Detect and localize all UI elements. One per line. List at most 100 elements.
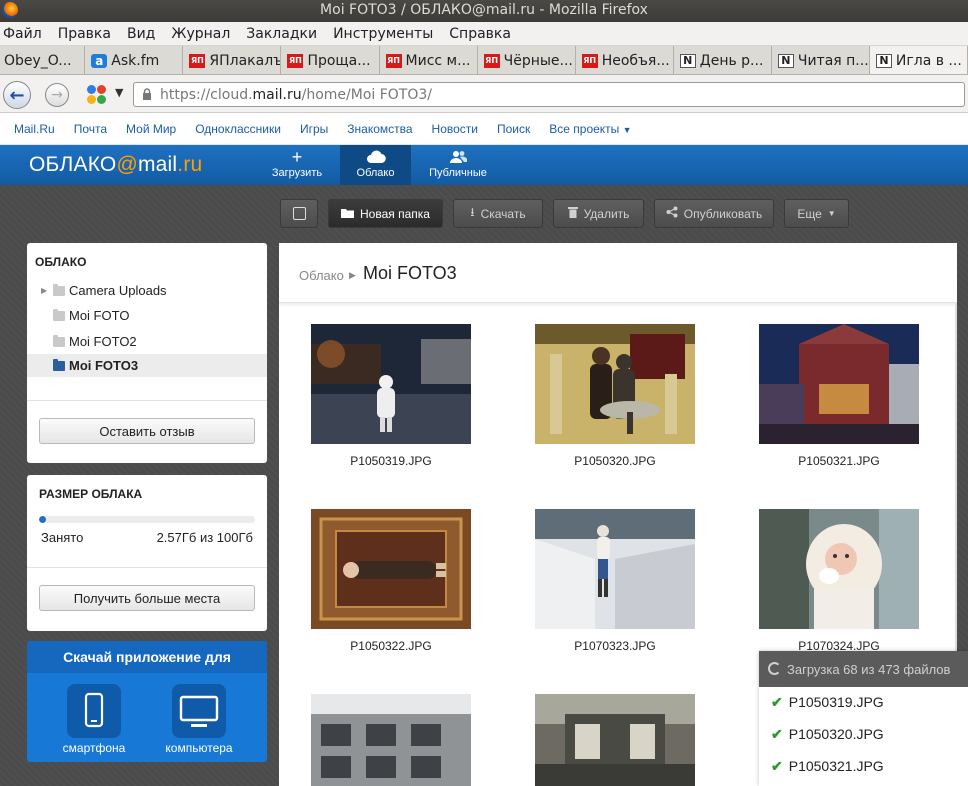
browser-tab[interactable]: ЯП Необъя... xyxy=(576,46,674,74)
navigation-bar: ← → ▼ https://cloud. mail.ru/home/Moi FOT… xyxy=(0,75,968,113)
arrow-left-icon: ← xyxy=(9,84,25,106)
photo-thumbnail[interactable] xyxy=(311,694,471,786)
cloud-tab[interactable]: Облако xyxy=(340,145,411,185)
yaplakal-favicon-icon: ЯП xyxy=(581,53,598,68)
window-title: Moi FOTO3 / ОБЛАКО@mail.ru - Mozilla Fir… xyxy=(320,2,648,18)
storage-progress-bar xyxy=(39,516,255,523)
storage-progress-fill xyxy=(39,516,46,523)
portal-link-dating[interactable]: Знакомства xyxy=(347,122,412,136)
browser-tab[interactable]: a Ask.fm xyxy=(85,46,184,74)
photo-thumbnail[interactable] xyxy=(535,509,695,629)
publish-button[interactable]: Опубликовать xyxy=(654,199,774,228)
used-value: 2.57Гб из 100Гб xyxy=(156,530,253,545)
file-name[interactable]: P1050322.JPG xyxy=(311,639,471,653)
folder-icon xyxy=(53,283,65,296)
portal-links-bar: Mail.Ru Почта Мой Мир Одноклассники Игры… xyxy=(0,113,968,145)
browser-tab[interactable]: ЯП Мисс м... xyxy=(380,46,478,74)
portal-link-all-projects[interactable]: Все проекты ▼ xyxy=(549,122,631,136)
menu-history[interactable]: Журнал xyxy=(171,26,230,42)
file-name[interactable]: P1050320.JPG xyxy=(535,454,695,468)
tab-label: Необъя... xyxy=(601,52,670,69)
upload-button[interactable]: + Загрузить xyxy=(262,145,332,185)
upload-status-text: Загрузка 68 из 473 файлов xyxy=(787,661,951,677)
history-dropdown-icon[interactable]: ▼ xyxy=(115,86,123,99)
forward-button[interactable]: → xyxy=(45,83,69,107)
browser-tab[interactable]: ЯП Проща... xyxy=(281,46,380,74)
caret-down-icon: ▼ xyxy=(622,124,632,135)
expand-arrow-icon[interactable]: ▶ xyxy=(41,286,47,295)
folder-item-moi-foto[interactable]: Moi FOTO xyxy=(27,304,267,327)
menu-tools[interactable]: Инструменты xyxy=(333,26,433,42)
download-button[interactable]: ⭳ Скачать xyxy=(453,199,543,228)
browser-tab[interactable]: ЯП ЯПлакалъ xyxy=(183,46,282,74)
browser-tab[interactable]: Obey_O... xyxy=(0,46,86,74)
arrow-right-icon: → xyxy=(51,87,63,103)
uploaded-file-item: ✔ P1050320.JPG xyxy=(771,726,884,743)
new-folder-button[interactable]: Новая папка xyxy=(328,199,443,228)
url-prefix: https://cloud. xyxy=(160,86,253,103)
portal-link-mail[interactable]: Почта xyxy=(74,122,107,136)
portal-link-mailru[interactable]: Mail.Ru xyxy=(14,122,55,136)
menu-file[interactable]: Файл xyxy=(3,26,42,42)
back-button[interactable]: ← xyxy=(3,81,31,109)
portal-link-odnoklassniki[interactable]: Одноклассники xyxy=(195,122,281,136)
logo-at: @ xyxy=(116,153,138,176)
smartphone-icon xyxy=(84,692,104,728)
computer-label[interactable]: компьютера xyxy=(149,741,249,755)
checkbox-icon xyxy=(292,207,306,220)
feedback-button[interactable]: Оставить отзыв xyxy=(39,418,255,444)
yaplakal-favicon-icon: ЯП xyxy=(189,53,206,68)
address-bar[interactable]: https://cloud. mail.ru/home/Moi FOTO3/ xyxy=(133,82,965,107)
menu-edit[interactable]: Правка xyxy=(58,26,111,42)
photo-thumbnail[interactable] xyxy=(535,324,695,444)
folder-item-moi-foto3[interactable]: Moi FOTO3 xyxy=(27,354,267,377)
photo-thumbnail[interactable] xyxy=(535,694,695,786)
site-identity-icon[interactable] xyxy=(87,85,107,105)
select-all-checkbox[interactable] xyxy=(280,199,318,228)
panel-title: ОБЛАКО xyxy=(35,255,87,269)
delete-button[interactable]: Удалить xyxy=(553,199,644,228)
cloud-mailru-logo[interactable]: ОБЛАКО@mail.ru xyxy=(29,153,202,177)
new-folder-label: Новая папка xyxy=(360,206,430,221)
photo-thumbnail[interactable] xyxy=(759,509,919,629)
portal-link-news[interactable]: Новости xyxy=(432,122,478,136)
photo-thumbnail[interactable] xyxy=(311,509,471,629)
file-name[interactable]: P1070323.JPG xyxy=(535,639,695,653)
menu-view[interactable]: Вид xyxy=(127,26,155,42)
menu-bar: Файл Правка Вид Журнал Закладки Инструме… xyxy=(0,22,968,46)
file-name[interactable]: P1050321.JPG xyxy=(759,454,919,468)
portal-link-games[interactable]: Игры xyxy=(300,122,328,136)
get-more-space-button[interactable]: Получить больше места xyxy=(39,585,255,611)
share-icon xyxy=(666,206,678,221)
portal-link-my-world[interactable]: Мой Мир xyxy=(126,122,176,136)
browser-tab[interactable]: N Игла в ... xyxy=(869,46,968,74)
menu-help[interactable]: Справка xyxy=(449,26,511,42)
portal-link-search[interactable]: Поиск xyxy=(497,122,530,136)
breadcrumb-root-link[interactable]: Облако xyxy=(299,268,344,283)
lock-icon xyxy=(143,88,151,100)
uploaded-file-name: P1050320.JPG xyxy=(788,726,884,742)
browser-tab[interactable]: N Читая п... xyxy=(772,46,870,74)
upload-status-header[interactable]: Загрузка 68 из 473 файлов xyxy=(759,651,968,687)
folder-item-moi-foto2[interactable]: Moi FOTO2 xyxy=(27,330,267,353)
folder-item-camera-uploads[interactable]: ▶ Camera Uploads xyxy=(27,279,267,302)
panel-title: РАЗМЕР ОБЛАКА xyxy=(39,487,143,501)
more-dropdown-button[interactable]: Еще ▼ xyxy=(784,199,849,228)
yaplakal-favicon-icon: ЯП xyxy=(483,53,500,68)
smartphone-label[interactable]: смартфона xyxy=(44,741,144,755)
smartphone-app-button[interactable] xyxy=(67,684,121,738)
photo-thumbnail[interactable] xyxy=(759,324,919,444)
check-icon: ✔ xyxy=(771,758,783,774)
file-name[interactable]: P1050319.JPG xyxy=(311,454,471,468)
used-label: Занято xyxy=(41,530,84,545)
photo-thumbnail[interactable] xyxy=(311,324,471,444)
browser-tab[interactable]: N День р... xyxy=(674,46,772,74)
url-domain: mail.ru xyxy=(252,86,302,103)
browser-tab[interactable]: ЯП Чёрные... xyxy=(478,46,576,74)
computer-app-button[interactable] xyxy=(172,684,226,738)
public-tab[interactable]: Публичные xyxy=(420,145,496,185)
menu-bookmarks[interactable]: Закладки xyxy=(246,26,317,42)
n-favicon-icon: N xyxy=(875,53,892,68)
folder-tree-panel: ОБЛАКО ▶ Camera Uploads Moi FOTO Moi FOT… xyxy=(27,243,267,463)
folder-name: Moi FOTO3 xyxy=(69,358,139,373)
